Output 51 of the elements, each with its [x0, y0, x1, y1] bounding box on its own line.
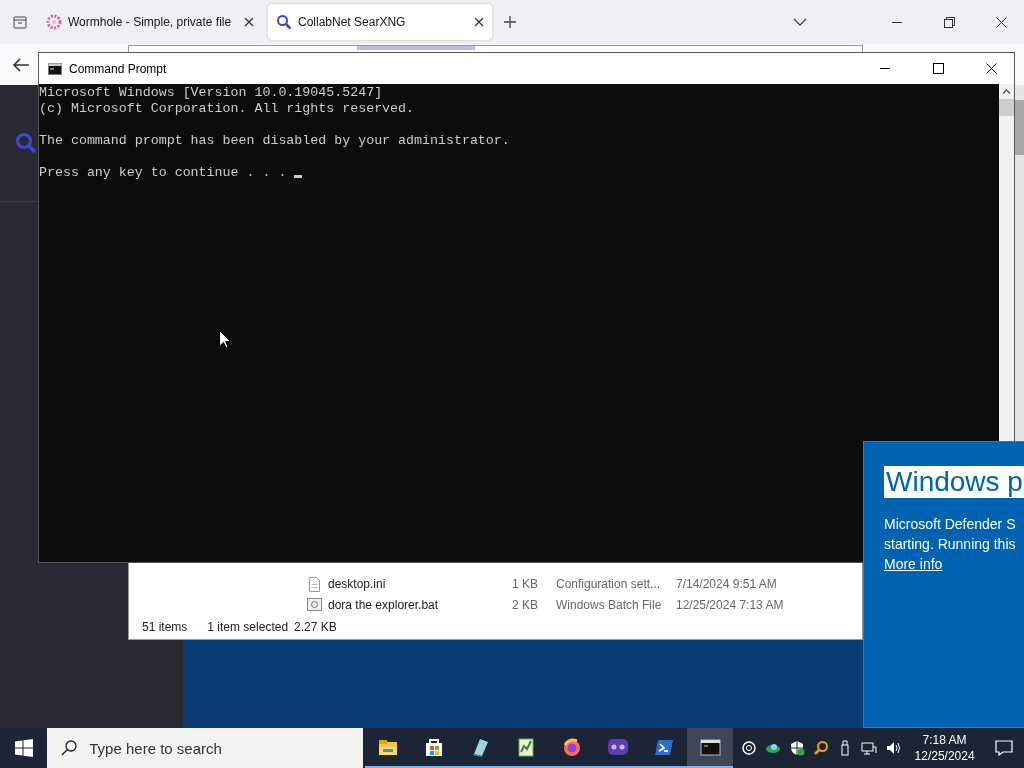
windows-logo-icon: [14, 739, 33, 757]
scrollbar-thumb[interactable]: [999, 99, 1014, 116]
console-line: (c) Microsoft Corporation. All rights reserved.: [39, 101, 415, 117]
browser-tab[interactable]: CollabNet SearXNG: [268, 4, 492, 40]
panel-title: Windows p: [884, 466, 1024, 498]
file-row[interactable]: desktop.ini 1 KB Configuration sett... 7/14/2024 9:51 AM: [307, 574, 862, 595]
close-icon: [985, 63, 997, 74]
minimize-icon: [892, 21, 902, 23]
scrollbar-thumb[interactable]: [1015, 100, 1024, 155]
tray-icon[interactable]: [884, 740, 901, 756]
console-line: The command prompt has been disabled by your administrator.: [39, 133, 510, 149]
item-count: 51 items: [142, 620, 188, 634]
tab-list-icon: [12, 14, 28, 30]
file-icon: [307, 576, 322, 592]
more-info-link[interactable]: More info: [884, 554, 943, 575]
minimize-icon: [880, 68, 890, 69]
close-icon[interactable]: [474, 17, 484, 27]
close-icon: [995, 16, 1007, 28]
console-line: Microsoft Windows [Version 10.0.19045.5247]: [39, 85, 383, 101]
restore-icon: [943, 16, 955, 28]
tray-icon[interactable]: [788, 740, 805, 756]
maximize-icon: [932, 63, 944, 74]
close-icon[interactable]: [244, 17, 254, 27]
selection-size: 2.27 KB: [294, 620, 337, 634]
file-icon: [307, 597, 322, 613]
notification-icon[interactable]: [995, 740, 1014, 756]
clock-date: 12/25/2024: [914, 748, 975, 764]
browser-tab[interactable]: Wormhole - Simple, private file: [38, 4, 262, 40]
search-icon: [61, 740, 78, 756]
warning-message: starting. Running this: [884, 535, 1017, 554]
search-icon: [276, 14, 292, 30]
taskbar-app-button[interactable]: [686, 728, 733, 768]
back-arrow-icon[interactable]: [12, 56, 30, 73]
tray-icon[interactable]: [812, 740, 829, 756]
console-line: Press any key to continue . . .: [39, 165, 287, 181]
search-field[interactable]: Type here to search: [47, 728, 363, 768]
mouse-pointer-icon: [219, 330, 231, 349]
scroll-up-icon[interactable]: [1002, 88, 1011, 94]
tray-icon[interactable]: [740, 740, 757, 756]
plus-icon: [503, 15, 517, 29]
chevron-down-icon: [793, 18, 807, 26]
flower-icon: [46, 14, 62, 30]
window-title: Command Prompt: [69, 61, 167, 76]
selection-status: 1 item selected: [207, 620, 289, 634]
app-icon: [606, 736, 629, 758]
clock-time: 7:18 AM: [922, 732, 967, 748]
app-icon: [698, 736, 721, 758]
console-icon: [48, 62, 62, 75]
file-row[interactable]: dora the explorer.bat 2 KB Windows Batch File 12/25/2024 7:13 AM: [307, 594, 862, 615]
warning-message: Microsoft Defender S: [884, 515, 1017, 534]
tray-icon[interactable]: [860, 740, 877, 756]
